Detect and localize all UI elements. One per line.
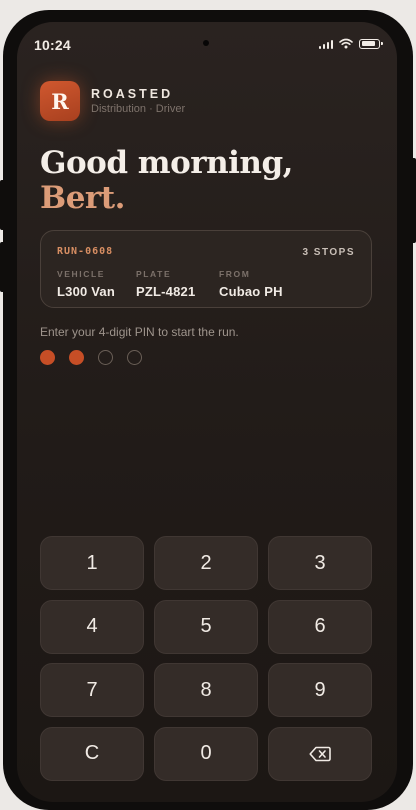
field-label: FROM [219, 269, 251, 279]
pin-dot-filled [69, 350, 84, 365]
app-screen: 10:24 R ROASTED Distribution · Driver Go… [17, 22, 397, 802]
field-value: PZL-4821 [136, 284, 196, 299]
pin-dot-empty [127, 350, 142, 365]
backspace-key[interactable] [268, 726, 372, 781]
side-button [0, 242, 3, 292]
field-label: PLATE [136, 269, 172, 279]
greeting-line: Good morning, [40, 145, 293, 181]
run-card: RUN-0608 3 STOPS VEHICLE L300 Van PLATE … [40, 230, 372, 308]
backspace-icon [309, 746, 331, 761]
front-camera [203, 40, 209, 46]
clear-key[interactable]: C [40, 726, 144, 781]
brand-header: R ROASTED Distribution · Driver [40, 81, 185, 121]
pin-dot-filled [40, 350, 55, 365]
vehicle-field: VEHICLE L300 Van [57, 269, 115, 299]
field-value: Cubao PH [219, 284, 283, 299]
greeting: Good morning, Bert. [40, 146, 293, 216]
field-label: VEHICLE [57, 269, 106, 279]
key-7[interactable]: 7 [40, 663, 144, 717]
pin-indicator [40, 350, 142, 365]
plate-field: PLATE PZL-4821 [136, 269, 195, 299]
key-8[interactable]: 8 [154, 663, 258, 717]
status-icons [318, 38, 383, 49]
key-4[interactable]: 4 [40, 599, 144, 654]
key-0[interactable]: 0 [154, 726, 258, 781]
brand-name: ROASTED [91, 87, 174, 101]
wifi-icon [339, 38, 353, 49]
battery-icon [359, 38, 383, 49]
driver-name: Bert. [40, 180, 125, 216]
run-stops-count: 3 STOPS [302, 247, 355, 258]
brand-subtitle: Distribution · Driver [91, 103, 186, 115]
brand-logo: R [40, 81, 80, 121]
status-bar: 10:24 [17, 22, 397, 66]
signal-icon [318, 39, 333, 49]
pin-keypad: 1 2 3 4 5 6 7 8 9 C 0 [40, 536, 372, 781]
run-id: RUN-0608 [57, 246, 114, 257]
status-time: 10:24 [34, 37, 71, 53]
field-value: L300 Van [57, 284, 115, 299]
key-9[interactable]: 9 [268, 663, 372, 717]
key-6[interactable]: 6 [268, 599, 372, 654]
key-2[interactable]: 2 [154, 536, 258, 590]
pin-dot-empty [98, 350, 113, 365]
pin-prompt: Enter your 4-digit PIN to start the run. [40, 325, 239, 339]
from-field: FROM Cubao PH [219, 269, 283, 299]
key-5[interactable]: 5 [154, 599, 258, 654]
key-1[interactable]: 1 [40, 536, 144, 590]
side-button [0, 180, 3, 230]
key-3[interactable]: 3 [268, 536, 372, 590]
